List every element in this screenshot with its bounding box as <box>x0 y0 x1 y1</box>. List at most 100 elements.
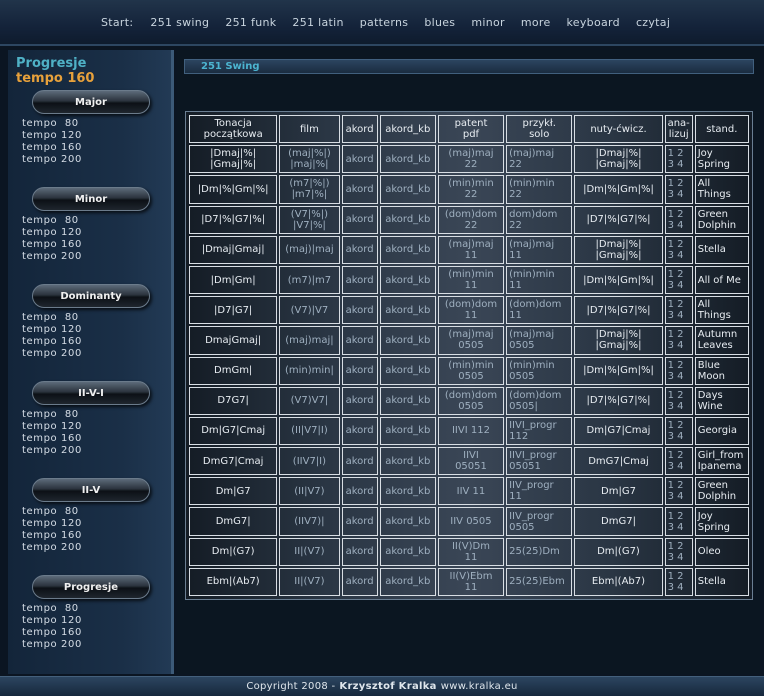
site-link[interactable]: www.kralka.eu <box>441 681 518 692</box>
tempo-link[interactable]: tempo 120 <box>22 130 82 142</box>
exercise-link[interactable]: DmG7| <box>574 507 663 536</box>
patent-pdf-link[interactable]: II(V)Ebm 11 <box>437 567 505 596</box>
exercise-link[interactable]: Dm|G7 <box>574 477 663 506</box>
akord-kb-link[interactable]: akord_kb <box>379 175 436 204</box>
akord-link[interactable]: akord <box>341 386 378 415</box>
tempo-link[interactable]: tempo 80 <box>22 312 82 324</box>
standard-link[interactable]: Days Wine <box>694 386 749 415</box>
nav-link-251-swing[interactable]: 251 swing <box>150 16 209 29</box>
patent-pdf-link[interactable]: IIVI 05051 <box>437 447 505 476</box>
exercise-link[interactable]: |Dm|%|Gm|%| <box>574 356 663 385</box>
tempo-link[interactable]: tempo 200 <box>22 542 82 554</box>
akord-link[interactable]: akord <box>341 447 378 476</box>
patent-pdf-link[interactable]: IIVI 112 <box>437 416 505 446</box>
exercise-link[interactable]: |D7|%|G7|%| <box>574 386 663 415</box>
solo-link[interactable]: (dom)dom 0505| <box>506 386 573 415</box>
patent-pdf-link[interactable]: II(V)Dm 11 <box>437 537 505 566</box>
standard-link[interactable]: Green Dolphin <box>694 205 749 234</box>
tempo-link[interactable]: tempo 80 <box>22 603 82 615</box>
akord-link[interactable]: akord <box>341 265 378 295</box>
solo-link[interactable]: 25(25)Dm <box>506 537 573 566</box>
analyze-link[interactable]: 1 23 4 <box>664 416 693 446</box>
tempo-link[interactable]: tempo 80 <box>22 118 82 130</box>
patent-pdf-link[interactable]: (dom)dom 11 <box>437 296 505 325</box>
patent-pdf-link[interactable]: (min)min 0505 <box>437 356 505 385</box>
akord-kb-link[interactable]: akord_kb <box>379 537 436 566</box>
progresje-button[interactable]: Progresje <box>32 575 150 599</box>
patent-pdf-link[interactable]: IIV 11 <box>437 477 505 506</box>
akord-kb-link[interactable]: akord_kb <box>379 265 436 295</box>
patent-pdf-link[interactable]: (dom)dom 0505 <box>437 386 505 415</box>
patent-pdf-link[interactable]: (dom)dom 22 <box>437 205 505 234</box>
analyze-link[interactable]: 1 23 4 <box>664 326 693 355</box>
exercise-link[interactable]: Dm|G7|Cmaj <box>574 416 663 446</box>
tempo-link[interactable]: tempo 160 <box>22 142 82 154</box>
tempo-link[interactable]: tempo 160 <box>22 433 82 445</box>
akord-kb-link[interactable]: akord_kb <box>379 477 436 506</box>
nav-link-251-latin[interactable]: 251 latin <box>292 16 343 29</box>
solo-link[interactable]: (dom)dom 11 <box>506 296 573 325</box>
akord-link[interactable]: akord <box>341 356 378 385</box>
nav-link-keyboard[interactable]: keyboard <box>567 16 620 29</box>
solo-link[interactable]: (min)min 11 <box>506 265 573 295</box>
solo-link[interactable]: dom)dom 22 <box>506 205 573 234</box>
film-link[interactable]: (V7)V7| <box>279 386 340 415</box>
major-button[interactable]: Major <box>32 90 150 114</box>
nav-link-251-funk[interactable]: 251 funk <box>225 16 276 29</box>
akord-kb-link[interactable]: akord_kb <box>379 386 436 415</box>
akord-link[interactable]: akord <box>341 175 378 204</box>
patent-pdf-link[interactable]: (maj)maj 22 <box>437 145 505 174</box>
standard-link[interactable]: Autumn Leaves <box>694 326 749 355</box>
solo-link[interactable]: (maj)maj 0505 <box>506 326 573 355</box>
akord-link[interactable]: akord <box>341 235 378 264</box>
standard-link[interactable]: All of Me <box>694 265 749 295</box>
analyze-link[interactable]: 1 23 4 <box>664 477 693 506</box>
standard-link[interactable]: Oleo <box>694 537 749 566</box>
film-link[interactable]: (II|V7) <box>279 477 340 506</box>
akord-link[interactable]: akord <box>341 507 378 536</box>
exercise-link[interactable]: |Dm|%|Gm|%| <box>574 175 663 204</box>
akord-link[interactable]: akord <box>341 326 378 355</box>
tempo-link[interactable]: tempo 120 <box>22 615 82 627</box>
tempo-link[interactable]: tempo 160 <box>22 239 82 251</box>
film-link[interactable]: (maj)|maj <box>279 235 340 264</box>
analyze-link[interactable]: 1 23 4 <box>664 567 693 596</box>
exercise-link[interactable]: DmG7|Cmaj <box>574 447 663 476</box>
analyze-link[interactable]: 1 23 4 <box>664 205 693 234</box>
nav-link-more[interactable]: more <box>521 16 551 29</box>
akord-link[interactable]: akord <box>341 145 378 174</box>
solo-link[interactable]: IIV_progr 0505 <box>506 507 573 536</box>
film-link[interactable]: (min)min| <box>279 356 340 385</box>
analyze-link[interactable]: 1 23 4 <box>664 356 693 385</box>
exercise-link[interactable]: |Dmaj|%| |Gmaj|%| <box>574 145 663 174</box>
tempo-link[interactable]: tempo 200 <box>22 639 82 651</box>
patent-pdf-link[interactable]: (min)min 11 <box>437 265 505 295</box>
film-link[interactable]: (IIV7|I) <box>279 447 340 476</box>
dominanty-button[interactable]: Dominanty <box>32 284 150 308</box>
akord-kb-link[interactable]: akord_kb <box>379 235 436 264</box>
tempo-link[interactable]: tempo 160 <box>22 530 82 542</box>
solo-link[interactable]: IIVI_progr 112 <box>506 416 573 446</box>
tempo-link[interactable]: tempo 80 <box>22 409 82 421</box>
film-link[interactable]: II|(V7) <box>279 537 340 566</box>
tempo-link[interactable]: tempo 120 <box>22 324 82 336</box>
tempo-link[interactable]: tempo 120 <box>22 518 82 530</box>
exercise-link[interactable]: |Dmaj|%| |Gmaj|%| <box>574 235 663 264</box>
film-link[interactable]: (V7|%|) |V7|%| <box>279 205 340 234</box>
patent-pdf-link[interactable]: (min)min 22 <box>437 175 505 204</box>
film-link[interactable]: (V7)|V7 <box>279 296 340 325</box>
solo-link[interactable]: IIV_progr 11 <box>506 477 573 506</box>
standard-link[interactable]: Green Dolphin <box>694 477 749 506</box>
film-link[interactable]: (IIV7)| <box>279 507 340 536</box>
tempo-link[interactable]: tempo 200 <box>22 445 82 457</box>
standard-link[interactable]: Joy Spring <box>694 507 749 536</box>
nav-link-czytaj[interactable]: czytaj <box>636 16 670 29</box>
film-link[interactable]: (maj|%|) |maj|%| <box>279 145 340 174</box>
analyze-link[interactable]: 1 23 4 <box>664 537 693 566</box>
exercise-link[interactable]: |D7|%|G7|%| <box>574 296 663 325</box>
exercise-link[interactable]: |Dm|%|Gm|%| <box>574 265 663 295</box>
analyze-link[interactable]: 1 23 4 <box>664 296 693 325</box>
standard-link[interactable]: All Things <box>694 296 749 325</box>
exercise-link[interactable]: Dm|(G7) <box>574 537 663 566</box>
akord-kb-link[interactable]: akord_kb <box>379 567 436 596</box>
